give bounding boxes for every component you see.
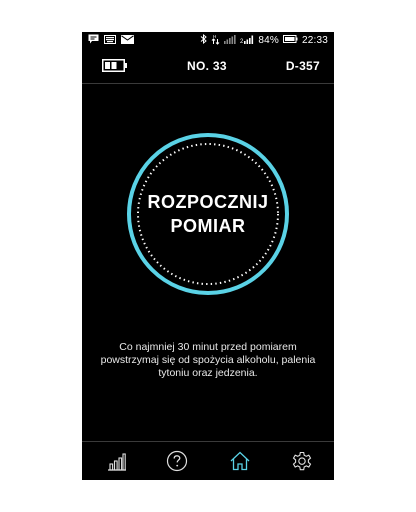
start-measurement-button[interactable]: ROZPOCZNIJ POMIAR xyxy=(126,132,290,296)
status-bar-right: H 2 84% 22:33 xyxy=(200,34,334,48)
status-bar: H 2 84% 22:33 xyxy=(82,32,334,49)
help-icon xyxy=(166,450,188,472)
start-label-line2: POMIAR xyxy=(170,216,246,236)
bluetooth-icon xyxy=(200,33,208,47)
data-transfer-icon: H xyxy=(211,34,220,48)
signal-icon: 2 xyxy=(240,35,254,47)
app-screen: H 2 84% 22:33 NO. 33 D-357 ROZPOCZNIJ PO… xyxy=(82,32,334,480)
chat-icon xyxy=(88,34,99,47)
bar-chart-icon xyxy=(108,453,126,471)
mail-icon xyxy=(121,34,134,47)
battery-percent: 84% xyxy=(258,35,279,46)
nav-home[interactable] xyxy=(228,449,252,473)
start-label-line1: ROZPOCZNIJ xyxy=(147,192,269,212)
battery-icon xyxy=(282,35,298,46)
nav-help[interactable] xyxy=(165,449,189,473)
header-divider xyxy=(82,83,334,84)
svg-text:2: 2 xyxy=(240,39,244,44)
battery-level-icon xyxy=(102,59,128,77)
device-id: D-357 xyxy=(285,59,320,73)
info-line2: powstrzymaj się od spożycia alkoholu, pa… xyxy=(100,354,316,366)
bottom-nav xyxy=(82,442,334,480)
info-line1: Co najmniej 30 minut przed pomiarem xyxy=(119,341,297,353)
clock: 22:33 xyxy=(301,35,328,46)
device-number: NO. 33 xyxy=(187,59,227,73)
app-header: NO. 33 D-357 xyxy=(82,49,334,83)
start-label: ROZPOCZNIJ POMIAR xyxy=(126,190,290,238)
svg-text:H: H xyxy=(213,34,216,39)
keyboard-icon xyxy=(104,34,116,47)
status-bar-left xyxy=(82,34,134,47)
info-line3: tytoniu oraz jedzenia. xyxy=(158,367,258,379)
info-text: Co najmniej 30 minut przed pomiarem pows… xyxy=(82,341,334,380)
settings-icon xyxy=(292,451,312,471)
nav-results[interactable] xyxy=(105,449,129,473)
home-icon xyxy=(230,451,250,471)
nav-settings[interactable] xyxy=(290,449,314,473)
signal-icon xyxy=(224,34,236,47)
